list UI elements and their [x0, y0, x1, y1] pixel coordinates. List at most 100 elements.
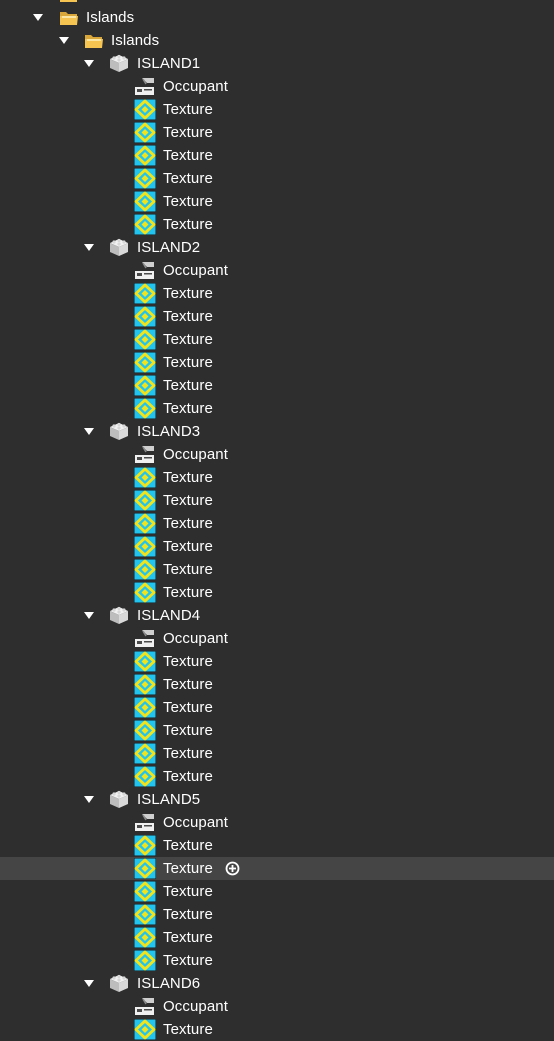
texture-icon — [134, 513, 156, 534]
tree-item-texture[interactable]: Texture — [0, 903, 554, 926]
tree-item-islands-folder[interactable]: Islands — [0, 6, 554, 29]
tree-item-texture[interactable]: Texture — [0, 719, 554, 742]
texture-label: Texture — [163, 101, 213, 118]
texture-icon — [134, 329, 156, 350]
triangle-down-icon — [84, 60, 94, 67]
tree-item-texture[interactable]: Texture — [0, 834, 554, 857]
island-label: ISLAND5 — [137, 791, 201, 808]
tree-item-texture[interactable]: Texture — [0, 558, 554, 581]
texture-icon — [134, 352, 156, 373]
tree-item-texture[interactable]: Texture — [0, 466, 554, 489]
tree-item-texture[interactable]: Texture — [0, 305, 554, 328]
island-label: ISLAND2 — [137, 239, 201, 256]
expand-arrow-icon[interactable] — [82, 420, 96, 443]
tree-item-texture[interactable]: Texture — [0, 765, 554, 788]
tree-item-label: Islands — [111, 32, 160, 49]
occupant-label: Occupant — [163, 262, 229, 279]
tree-item-texture[interactable]: Texture — [0, 374, 554, 397]
tree-item-texture[interactable]: Texture — [0, 351, 554, 374]
texture-label: Texture — [163, 147, 213, 164]
tree-item-texture[interactable]: Texture — [0, 535, 554, 558]
expand-arrow-icon[interactable] — [82, 236, 96, 259]
tree-item-island[interactable]: ISLAND3 — [0, 420, 554, 443]
occupant-label: Occupant — [163, 78, 229, 95]
texture-label: Texture — [163, 952, 213, 969]
triangle-down-icon — [84, 980, 94, 987]
tree-item-texture[interactable]: Texture — [0, 213, 554, 236]
texture-icon — [134, 720, 156, 741]
texture-label: Texture — [163, 929, 213, 946]
object-value-icon — [135, 814, 154, 831]
expand-arrow-icon[interactable] — [31, 6, 45, 29]
tree-item-texture[interactable]: Texture — [0, 650, 554, 673]
island-label: ISLAND6 — [137, 975, 201, 992]
tree-item-texture[interactable]: Texture — [0, 742, 554, 765]
tree-item-texture[interactable]: Texture — [0, 397, 554, 420]
tree-item-texture[interactable]: Texture — [0, 581, 554, 604]
model-block-icon — [110, 790, 128, 808]
tree-item-texture[interactable]: Texture — [0, 144, 554, 167]
texture-label: Texture — [163, 653, 213, 670]
tree-item-texture[interactable]: Texture — [0, 121, 554, 144]
tree-item-texture[interactable]: Texture — [0, 926, 554, 949]
folder-open-icon — [60, 12, 78, 25]
texture-label: Texture — [163, 722, 213, 739]
object-value-icon — [135, 630, 154, 647]
texture-label: Texture — [163, 883, 213, 900]
texture-icon — [134, 559, 156, 580]
expand-arrow-icon[interactable] — [82, 788, 96, 811]
expand-arrow-icon[interactable] — [57, 29, 71, 52]
texture-icon — [134, 536, 156, 557]
texture-icon — [134, 651, 156, 672]
tree-item-texture[interactable]: Texture — [0, 857, 554, 880]
expand-arrow-icon[interactable] — [82, 604, 96, 627]
tree-item-island[interactable]: ISLAND2 — [0, 236, 554, 259]
tree-item-texture[interactable]: Texture — [0, 512, 554, 535]
texture-icon — [134, 306, 156, 327]
tree-item-island[interactable]: ISLAND1 — [0, 52, 554, 75]
texture-icon — [134, 214, 156, 235]
expand-arrow-icon[interactable] — [82, 52, 96, 75]
texture-label: Texture — [163, 906, 213, 923]
tree-item-texture[interactable]: Texture — [0, 98, 554, 121]
texture-label: Texture — [163, 561, 213, 578]
texture-icon — [134, 398, 156, 419]
occupant-label: Occupant — [163, 998, 229, 1015]
occupant-label: Occupant — [163, 814, 229, 831]
texture-label: Texture — [163, 331, 213, 348]
tree-item-occupant[interactable]: Occupant — [0, 443, 554, 466]
tree-item-texture[interactable]: Texture — [0, 949, 554, 972]
tree-item-texture[interactable]: Texture — [0, 167, 554, 190]
object-value-icon — [135, 998, 154, 1015]
tree-item-texture[interactable]: Texture — [0, 489, 554, 512]
tree-item-islands-subfolder[interactable]: Islands — [0, 29, 554, 52]
expand-arrow-icon[interactable] — [82, 972, 96, 995]
tree-item-island[interactable]: ISLAND6 — [0, 972, 554, 995]
texture-label: Texture — [163, 216, 213, 233]
tree-item-texture[interactable]: Texture — [0, 282, 554, 305]
tree-item-occupant[interactable]: Occupant — [0, 811, 554, 834]
tree-item-texture[interactable]: Texture — [0, 880, 554, 903]
tree-item-occupant[interactable]: Occupant — [0, 259, 554, 282]
island-label: ISLAND1 — [137, 55, 201, 72]
tree-item-occupant[interactable]: Occupant — [0, 75, 554, 98]
triangle-down-icon — [59, 37, 69, 44]
texture-label: Texture — [163, 469, 213, 486]
texture-icon — [134, 835, 156, 856]
texture-label: Texture — [163, 699, 213, 716]
add-plus-icon[interactable] — [225, 861, 240, 876]
texture-icon — [134, 168, 156, 189]
tree-item-texture[interactable]: Texture — [0, 328, 554, 351]
tree-item-island[interactable]: ISLAND4 — [0, 604, 554, 627]
texture-icon — [134, 467, 156, 488]
model-block-icon — [110, 238, 128, 256]
tree-item-occupant[interactable]: Occupant — [0, 995, 554, 1018]
tree-item-texture[interactable]: Texture — [0, 673, 554, 696]
tree-item-texture[interactable]: Texture — [0, 190, 554, 213]
tree-item-texture[interactable]: Texture — [0, 696, 554, 719]
texture-icon — [134, 283, 156, 304]
tree-item-texture[interactable]: Texture — [0, 1018, 554, 1041]
texture-label: Texture — [163, 768, 213, 785]
tree-item-occupant[interactable]: Occupant — [0, 627, 554, 650]
tree-item-island[interactable]: ISLAND5 — [0, 788, 554, 811]
